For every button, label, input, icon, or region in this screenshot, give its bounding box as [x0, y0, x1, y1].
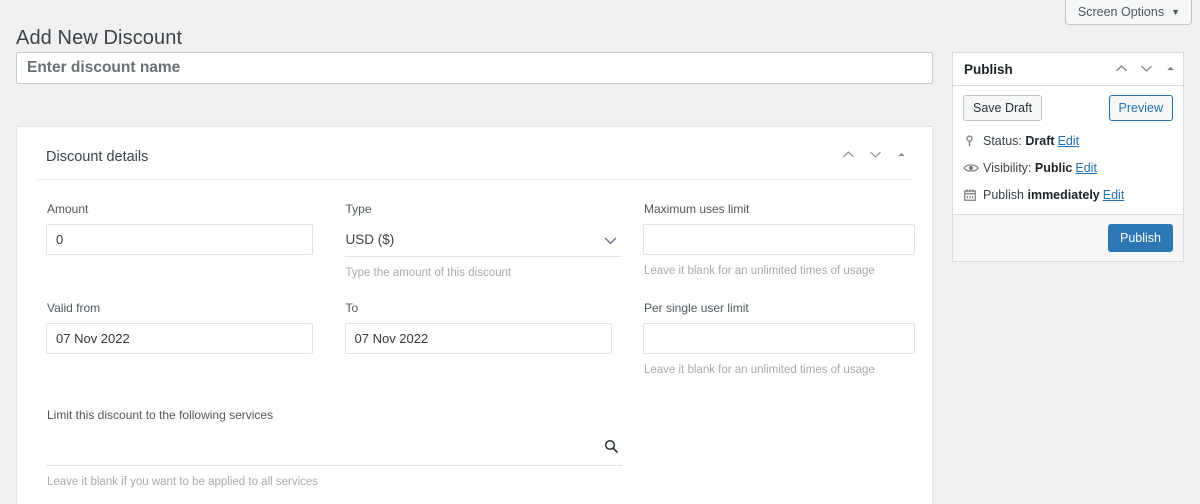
form-row-1: Amount Type USD ($) Type the amount of t…	[37, 180, 915, 279]
publish-panel-header: Publish	[953, 53, 1183, 86]
screen-options-label: Screen Options	[1077, 5, 1165, 19]
discount-name-input[interactable]	[16, 52, 933, 84]
field-per-user-limit: Per single user limit Leave it blank for…	[634, 279, 915, 376]
discount-details-card: Discount details Amount Type	[16, 126, 933, 504]
publish-button[interactable]: Publish	[1108, 224, 1173, 252]
publish-panel: Publish Save Draft Preview Status: Draft…	[952, 52, 1184, 262]
max-uses-help-text: Leave it blank for an unlimited times of…	[644, 265, 875, 277]
field-to: To	[336, 279, 635, 376]
valid-from-label: Valid from	[47, 301, 101, 315]
toggle-triangle-up-icon[interactable]	[1164, 62, 1177, 75]
visibility-value: Public	[1034, 161, 1073, 175]
chevron-down-icon[interactable]	[602, 232, 619, 249]
discount-details-header-controls	[841, 147, 908, 162]
schedule-row: Publish immediately Edit	[963, 188, 1173, 202]
type-help-text: Type the amount of this discount	[345, 267, 512, 279]
calendar-icon	[963, 188, 983, 202]
field-services: Limit this discount to the following ser…	[37, 376, 637, 488]
visibility-row: Visibility: Public Edit	[963, 161, 1173, 175]
to-label: To	[345, 301, 359, 315]
schedule-text: Publish immediately	[983, 188, 1100, 202]
status-row: Status: Draft Edit	[963, 134, 1173, 148]
screen-options-container: Screen Options ▼	[1064, 0, 1192, 25]
save-draft-button[interactable]: Save Draft	[963, 95, 1043, 121]
publish-heading: Publish	[964, 61, 1013, 77]
to-input[interactable]	[344, 323, 612, 354]
status-edit-link[interactable]: Edit	[1058, 134, 1080, 148]
caret-down-icon: ▼	[1171, 6, 1180, 17]
services-label: Limit this discount to the following ser…	[47, 408, 274, 422]
type-label: Type	[345, 202, 372, 216]
services-help-text: Leave it blank if you want to be applied…	[47, 476, 319, 488]
per-user-limit-help-text: Leave it blank for an unlimited times of…	[644, 364, 875, 376]
visibility-edit-link[interactable]: Edit	[1075, 161, 1097, 175]
max-uses-label: Maximum uses limit	[644, 202, 750, 216]
chevron-down-icon[interactable]	[868, 147, 883, 162]
services-search-field[interactable]	[46, 430, 622, 466]
field-amount: Amount	[37, 180, 336, 279]
publish-panel-body: Save Draft Preview Status: Draft Edit Vi…	[953, 86, 1183, 202]
type-select-value: USD ($)	[345, 232, 395, 247]
chevron-up-icon[interactable]	[1114, 61, 1129, 76]
visibility-prefix: Visibility:	[983, 161, 1035, 175]
max-uses-input[interactable]	[643, 224, 915, 255]
valid-from-input[interactable]	[46, 323, 313, 354]
chevron-up-icon[interactable]	[841, 147, 856, 162]
discount-details-heading: Discount details	[46, 149, 149, 165]
schedule-edit-link[interactable]: Edit	[1103, 188, 1125, 202]
discount-details-form: Amount Type USD ($) Type the amount of t…	[17, 180, 932, 488]
schedule-value: immediately	[1027, 188, 1100, 202]
amount-input[interactable]	[46, 224, 313, 255]
visibility-text: Visibility: Public	[983, 161, 1072, 175]
eye-icon	[963, 161, 983, 175]
per-user-limit-input[interactable]	[643, 323, 915, 354]
publish-action-buttons: Save Draft Preview	[963, 95, 1173, 121]
post-status-pin-icon	[963, 134, 983, 148]
field-max-uses: Maximum uses limit Leave it blank for an…	[634, 180, 915, 279]
schedule-prefix: Publish	[983, 188, 1028, 202]
status-prefix: Status:	[983, 134, 1026, 148]
chevron-down-icon[interactable]	[1139, 61, 1154, 76]
status-text: Status: Draft	[983, 134, 1055, 148]
form-row-3: Limit this discount to the following ser…	[37, 376, 912, 488]
field-valid-from: Valid from	[37, 279, 336, 376]
discount-name-field-wrap	[16, 52, 933, 84]
per-user-limit-label: Per single user limit	[644, 301, 749, 315]
type-select[interactable]: USD ($)	[344, 224, 621, 257]
services-search-value	[46, 438, 47, 453]
page-title: Add New Discount	[16, 27, 183, 50]
preview-button[interactable]: Preview	[1108, 95, 1173, 121]
screen-options-button[interactable]: Screen Options ▼	[1064, 0, 1192, 25]
toggle-triangle-up-icon[interactable]	[895, 148, 908, 161]
field-type: Type USD ($) Type the amount of this dis…	[336, 180, 635, 279]
discount-details-header: Discount details	[37, 127, 912, 180]
search-icon[interactable]	[603, 438, 619, 454]
publish-header-controls	[1114, 61, 1177, 76]
form-row-2: Valid from To Per single user limit Leav…	[37, 279, 915, 376]
amount-label: Amount	[47, 202, 89, 216]
status-value: Draft	[1025, 134, 1055, 148]
publish-panel-footer: Publish	[953, 214, 1183, 261]
